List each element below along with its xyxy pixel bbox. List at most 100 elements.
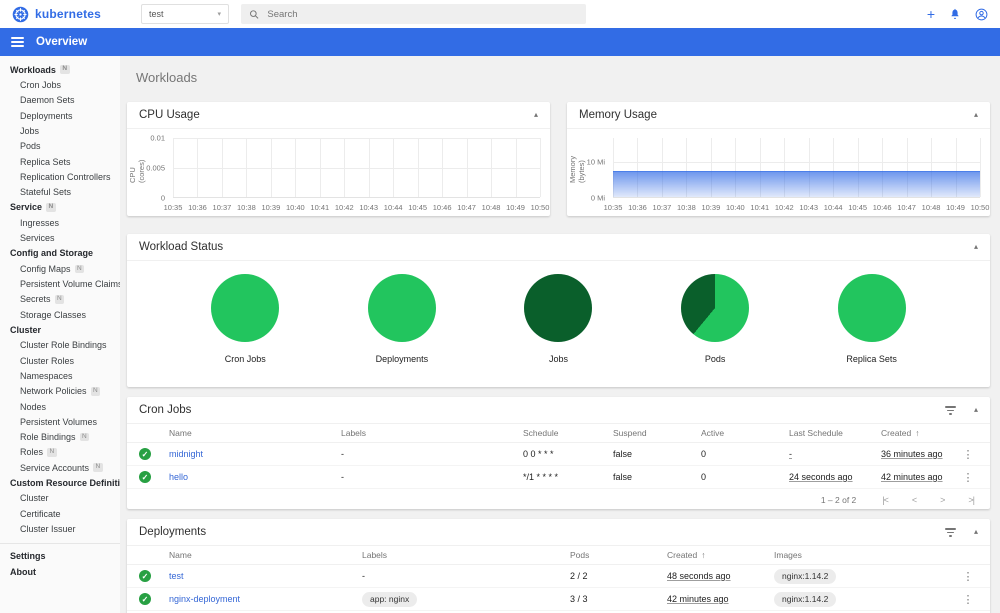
sidebar-item-daemon-sets[interactable]: Daemon Sets bbox=[0, 93, 120, 108]
sidebar-section-config-and-storage[interactable]: Config and Storage bbox=[0, 246, 120, 261]
sidebar-item-network-policies[interactable]: Network Policies N bbox=[0, 384, 120, 399]
status-cell: ✓ bbox=[139, 448, 169, 460]
table-row-test[interactable]: ✓ test - 2 / 2 48 seconds ago nginx:1.14.2 ⋮ bbox=[127, 565, 990, 588]
table-row-nginx-deployment[interactable]: ✓ nginx-deployment app: nginx 3 / 3 42 minut… bbox=[127, 588, 990, 611]
sidebar-section-cluster[interactable]: Cluster bbox=[0, 322, 120, 337]
menu-hamburger-icon[interactable] bbox=[11, 36, 24, 48]
collapse-caret-icon[interactable]: ▴ bbox=[974, 406, 978, 414]
cronjob-name-link[interactable]: hello bbox=[169, 472, 341, 482]
sidebar-item-stateful-sets[interactable]: Stateful Sets bbox=[0, 184, 120, 199]
search-bar[interactable] bbox=[241, 4, 586, 24]
pie-chart-pods[interactable] bbox=[681, 274, 750, 342]
create-resource-button[interactable]: + bbox=[927, 7, 935, 21]
sidebar-item-pods[interactable]: Pods bbox=[0, 139, 120, 154]
last-page-button[interactable]: >| bbox=[968, 495, 975, 505]
sidebar-section-custom-resource-definitions[interactable]: Custom Resource Definitions bbox=[0, 475, 120, 490]
col-pods[interactable]: Pods bbox=[570, 550, 667, 560]
sidebar-item-cron-jobs[interactable]: Cron Jobs bbox=[0, 77, 120, 92]
col-last-schedule[interactable]: Last Schedule bbox=[789, 428, 881, 438]
sidebar-item-jobs[interactable]: Jobs bbox=[0, 123, 120, 138]
sidebar-item-cluster-roles[interactable]: Cluster Roles bbox=[0, 353, 120, 368]
appbar-title: Overview bbox=[36, 36, 88, 48]
deployment-name-link[interactable]: test bbox=[169, 571, 362, 581]
sidebar-item-replication-controllers[interactable]: Replication Controllers bbox=[0, 169, 120, 184]
col-name[interactable]: Name bbox=[169, 550, 362, 560]
notifications-bell-icon[interactable] bbox=[949, 8, 961, 20]
row-actions-button[interactable]: ⋮ bbox=[958, 570, 984, 583]
row-actions-button[interactable]: ⋮ bbox=[958, 448, 984, 461]
sidebar-item-storage-classes[interactable]: Storage Classes bbox=[0, 307, 120, 322]
sidebar-item-namespaces[interactable]: Namespaces bbox=[0, 368, 120, 383]
table-row-hello[interactable]: ✓ hello - */1 * * * * false 0 24 seconds ago 42… bbox=[127, 466, 990, 489]
collapse-caret-icon[interactable]: ▴ bbox=[974, 111, 978, 119]
sidebar-item-cluster-issuer[interactable]: Cluster Issuer bbox=[0, 521, 120, 536]
suspend-cell: false bbox=[613, 472, 633, 482]
sidebar-item-service-accounts[interactable]: Service Accounts N bbox=[0, 460, 120, 475]
cron-jobs-pagination: 1 – 2 of 2 |< < > >| bbox=[127, 489, 990, 510]
sidebar-item-role-bindings[interactable]: Role Bindings N bbox=[0, 430, 120, 445]
sidebar-item-config-maps[interactable]: Config Maps N bbox=[0, 261, 120, 276]
cronjob-name-link[interactable]: midnight bbox=[169, 449, 341, 459]
kubernetes-logo[interactable]: kubernetes bbox=[12, 6, 127, 23]
x-axis-tick: 10:41 bbox=[310, 203, 330, 212]
col-suspend[interactable]: Suspend bbox=[613, 428, 701, 438]
sidebar-item-about[interactable]: About bbox=[0, 564, 120, 579]
pie-chart-deployments[interactable] bbox=[367, 274, 436, 342]
x-axis-tick: 10:50 bbox=[530, 203, 550, 212]
sidebar-item-secrets[interactable]: Secrets N bbox=[0, 292, 120, 307]
status-ok-icon: ✓ bbox=[139, 448, 151, 460]
row-actions-button[interactable]: ⋮ bbox=[958, 471, 984, 484]
next-page-button[interactable]: > bbox=[940, 495, 945, 505]
filter-icon[interactable] bbox=[944, 405, 956, 415]
col-labels[interactable]: Labels bbox=[341, 428, 523, 438]
collapse-caret-icon[interactable]: ▴ bbox=[974, 528, 978, 536]
pagination-range: 1 – 2 of 2 bbox=[820, 494, 857, 505]
sidebar-item-ingresses[interactable]: Ingresses bbox=[0, 215, 120, 230]
pie-chart-jobs[interactable] bbox=[524, 274, 593, 342]
last-schedule-cell: - bbox=[789, 449, 792, 459]
cron-jobs-header: Cron Jobs ▴ bbox=[127, 397, 990, 424]
gridline-horizontal bbox=[173, 167, 540, 169]
sidebar-item-deployments[interactable]: Deployments bbox=[0, 108, 120, 123]
sidebar-item-persistent-volume-claims[interactable]: Persistent Volume ClaimsN bbox=[0, 276, 120, 291]
pie-chart-replica-sets[interactable] bbox=[837, 274, 906, 342]
kubernetes-wheel-icon bbox=[12, 6, 29, 22]
x-axis-tick: 10:36 bbox=[188, 203, 207, 212]
sidebar-item-persistent-volumes[interactable]: Persistent Volumes bbox=[0, 414, 120, 429]
status-ok-icon: ✓ bbox=[139, 471, 151, 483]
previous-page-button[interactable]: < bbox=[912, 495, 917, 505]
col-created[interactable]: Created ↑ bbox=[667, 550, 774, 560]
first-page-button[interactable]: |< bbox=[882, 495, 889, 505]
x-axis-tick: 10:35 bbox=[163, 203, 183, 212]
usage-charts-row: CPU Usage ▴ CPU (cores) 0.01 0.005 0 10:35… bbox=[127, 102, 990, 216]
sidebar-item-nodes[interactable]: Nodes bbox=[0, 399, 120, 414]
sidebar-item-settings[interactable]: Settings bbox=[0, 549, 120, 564]
sidebar-item-cluster-role-bindings[interactable]: Cluster Role Bindings bbox=[0, 338, 120, 353]
col-name[interactable]: Name bbox=[169, 428, 341, 438]
deployment-name-link[interactable]: nginx-deployment bbox=[169, 594, 362, 604]
cpu-usage-card: CPU Usage ▴ CPU (cores) 0.01 0.005 0 10:35… bbox=[127, 102, 550, 216]
pie-chart-cron-jobs[interactable] bbox=[211, 274, 280, 342]
sidebar-item-cluster[interactable]: Cluster bbox=[0, 491, 120, 506]
col-created[interactable]: Created ↑ bbox=[881, 428, 958, 438]
sidebar-item-services[interactable]: Services bbox=[0, 230, 120, 245]
sidebar-item-label: Namespaces bbox=[20, 370, 73, 381]
table-row-midnight[interactable]: ✓ midnight -0 0 * * * false 0-36 minutes ago… bbox=[127, 443, 990, 466]
collapse-caret-icon[interactable]: ▴ bbox=[974, 243, 978, 251]
col-active[interactable]: Active bbox=[701, 428, 789, 438]
sidebar-section-workloads[interactable]: Workloads N bbox=[0, 62, 120, 77]
account-icon[interactable] bbox=[975, 8, 988, 21]
gridline-horizontal bbox=[173, 138, 540, 139]
collapse-caret-icon[interactable]: ▴ bbox=[534, 111, 538, 119]
sidebar-item-roles[interactable]: Roles N bbox=[0, 445, 120, 460]
namespace-select[interactable]: test ▾ bbox=[141, 4, 229, 24]
filter-icon[interactable] bbox=[944, 527, 956, 537]
row-actions-button[interactable]: ⋮ bbox=[958, 593, 984, 606]
search-input[interactable] bbox=[267, 8, 578, 20]
col-schedule[interactable]: Schedule bbox=[523, 428, 613, 438]
col-images[interactable]: Images bbox=[774, 550, 958, 560]
sidebar-section-service[interactable]: Service N bbox=[0, 200, 120, 215]
col-labels[interactable]: Labels bbox=[362, 550, 570, 560]
sidebar-item-replica-sets[interactable]: Replica Sets bbox=[0, 154, 120, 169]
sidebar-item-certificate[interactable]: Certificate bbox=[0, 506, 120, 521]
